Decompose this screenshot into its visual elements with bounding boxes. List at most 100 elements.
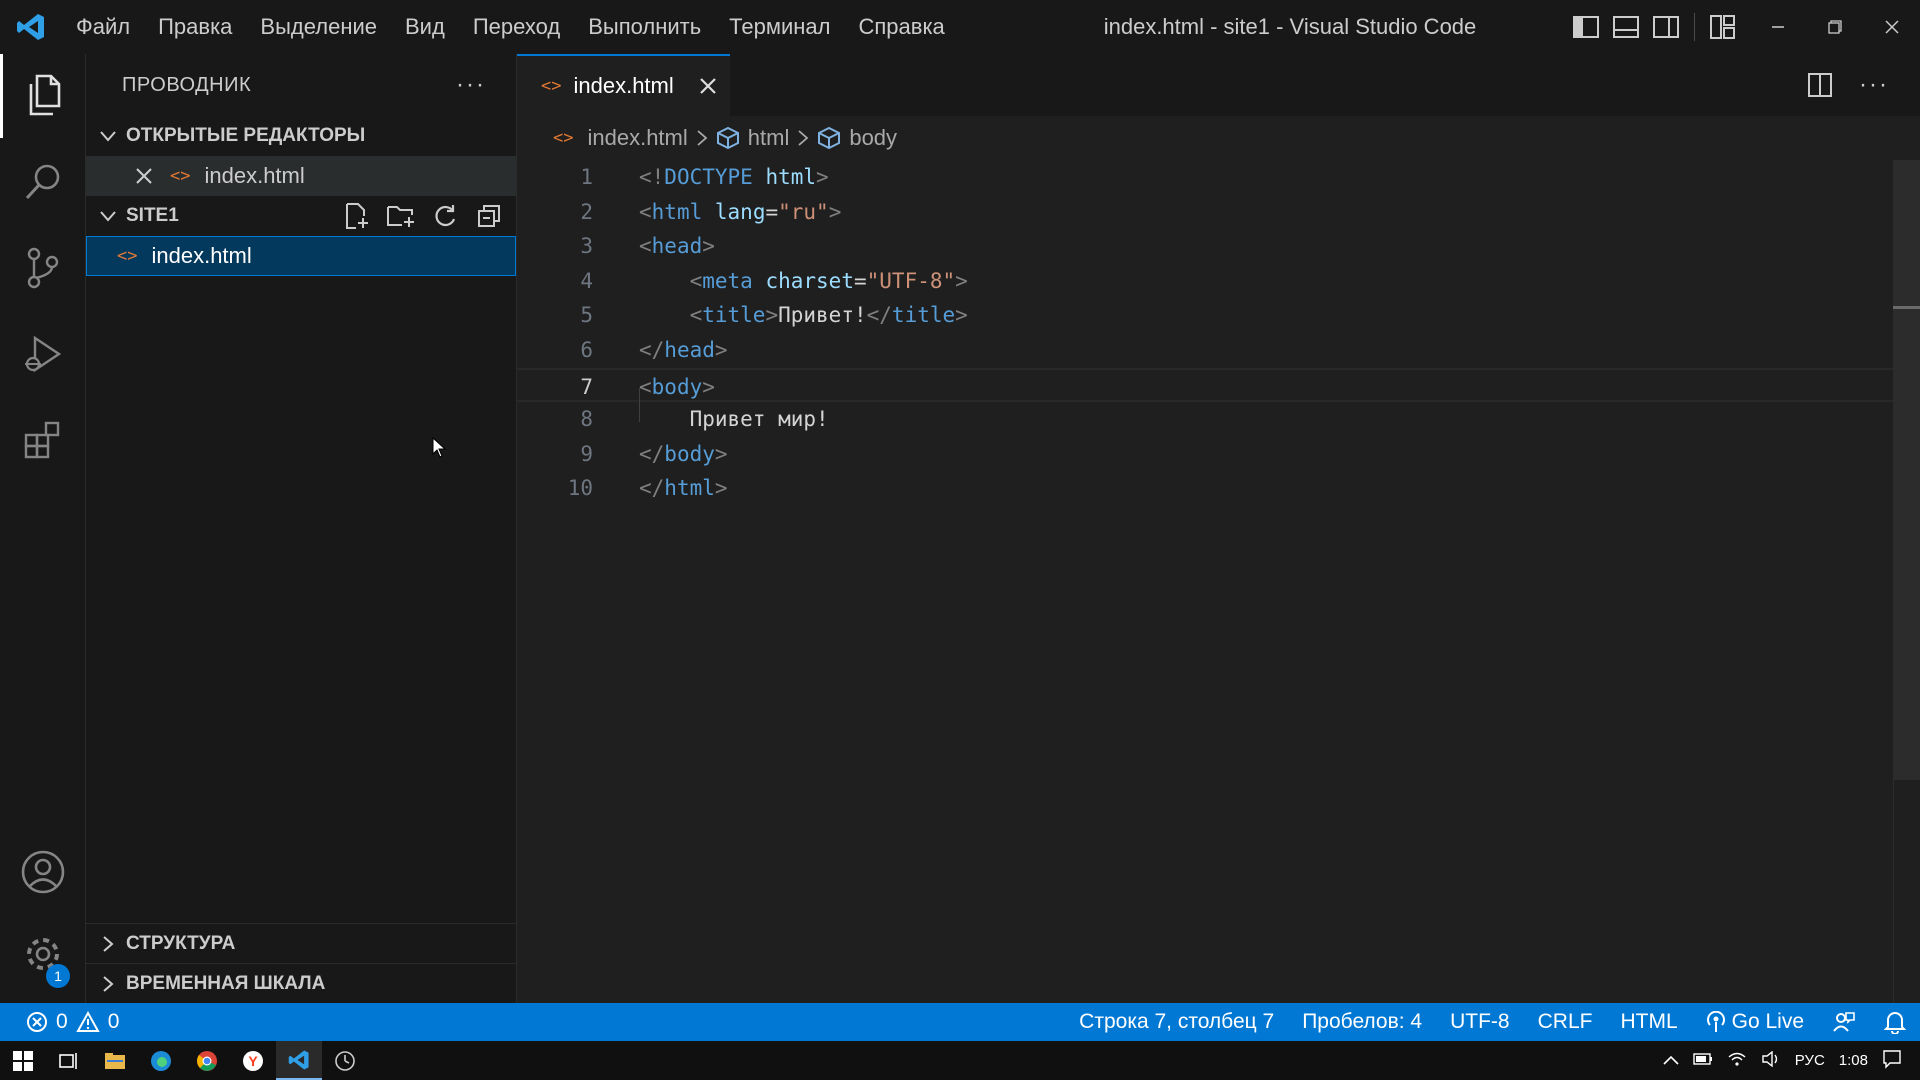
timeline-section[interactable]: ВРЕМЕННАЯ ШКАЛА <box>86 963 517 1003</box>
line-number: 8 <box>580 407 593 432</box>
html-file-icon: <> <box>541 76 562 96</box>
yandex-browser-icon[interactable]: Y <box>230 1041 276 1080</box>
warning-icon <box>75 1011 100 1032</box>
clock-app-icon[interactable] <box>322 1041 368 1080</box>
menu-file[interactable]: Файл <box>62 0 144 54</box>
scroll-thumb[interactable] <box>1893 160 1920 780</box>
mouse-cursor-icon <box>432 436 447 464</box>
code-line[interactable]: 9 </body> <box>517 437 1893 471</box>
menu-view[interactable]: Вид <box>391 0 459 54</box>
problems-status[interactable]: 0 0 <box>0 1010 119 1034</box>
task-view-icon[interactable] <box>46 1041 92 1080</box>
line-number: 2 <box>580 199 593 224</box>
split-editor-icon[interactable] <box>1804 69 1836 101</box>
code-line[interactable]: 10 </html> <box>517 471 1893 505</box>
vscode-taskbar-icon[interactable] <box>276 1041 322 1080</box>
toggle-secondary-sidebar-icon[interactable] <box>1650 11 1682 43</box>
code-editor[interactable]: 1 <!DOCTYPE html> 2 <html lang="ru"> 3 <head>… <box>517 160 1920 1003</box>
more-actions-icon[interactable]: ··· <box>456 71 486 99</box>
run-debug-icon[interactable] <box>0 312 86 396</box>
menu-edit[interactable]: Правка <box>144 0 246 54</box>
windows-start-icon[interactable] <box>0 1041 46 1080</box>
open-editors-label: ОТКРЫТЫЕ РЕДАКТОРЫ <box>126 125 366 146</box>
file-tree-item[interactable]: <> index.html <box>86 236 516 276</box>
chrome-browser-icon[interactable] <box>184 1041 230 1080</box>
code-token: title <box>891 303 956 328</box>
account-icon[interactable] <box>0 830 86 914</box>
language-mode[interactable]: HTML <box>1606 1010 1691 1034</box>
windows-taskbar: Y РУС 1:08 <box>0 1041 1920 1080</box>
tab-index-html[interactable]: <> index.html <box>517 54 730 116</box>
code-text: <html lang="ru"> <box>639 195 841 229</box>
code-token: > <box>955 303 968 328</box>
code-token: DOCTYPE <box>664 165 753 189</box>
more-actions-icon[interactable]: ··· <box>1858 69 1890 101</box>
code-line[interactable]: 4 <meta charset="UTF-8"> <box>517 264 1893 298</box>
new-file-icon[interactable] <box>340 199 374 233</box>
volume-icon[interactable] <box>1761 1050 1781 1071</box>
new-folder-icon[interactable] <box>384 199 418 233</box>
code-line[interactable]: 7 <body> <box>517 367 1893 402</box>
action-center-icon[interactable] <box>1882 1049 1902 1073</box>
breadcrumb-body[interactable]: body <box>817 125 897 151</box>
gear-icon[interactable]: 1 <box>0 912 86 996</box>
symbol-element-icon <box>817 126 841 150</box>
file-explorer-icon[interactable] <box>92 1041 138 1080</box>
code-line[interactable]: 5 <title>Привет!</title> <box>517 298 1893 332</box>
code-line[interactable]: 3 <head> <box>517 229 1893 263</box>
close-icon[interactable] <box>132 168 156 184</box>
menu-help[interactable]: Справка <box>844 0 958 54</box>
breadcrumb-html[interactable]: html <box>716 125 789 151</box>
code-token: > <box>702 374 715 399</box>
code-line[interactable]: 1 <!DOCTYPE html> <box>517 160 1893 194</box>
end-of-line[interactable]: CRLF <box>1524 1010 1607 1034</box>
folder-section-site1[interactable]: SITE1 <box>86 196 516 236</box>
open-editor-item[interactable]: <> index.html <box>86 156 516 196</box>
code-line[interactable]: 6 </head> <box>517 333 1893 367</box>
code-text: <head> <box>639 229 715 263</box>
code-token: html <box>651 199 703 224</box>
tab-label: index.html <box>573 73 674 98</box>
menu-bar: Файл Правка Выделение Вид Переход Выполн… <box>62 0 959 54</box>
menu-selection[interactable]: Выделение <box>246 0 391 54</box>
feedback-icon[interactable] <box>1818 1010 1870 1034</box>
open-editors-section[interactable]: ОТКРЫТЫЕ РЕДАКТОРЫ <box>86 116 516 156</box>
code-line[interactable]: 8 Привет мир! <box>517 402 1893 436</box>
toggle-primary-sidebar-icon[interactable] <box>1570 11 1602 43</box>
menu-go[interactable]: Переход <box>459 0 574 54</box>
battery-icon[interactable] <box>1693 1052 1713 1069</box>
refresh-icon[interactable] <box>428 199 462 233</box>
code-text: Привет мир! <box>639 402 829 436</box>
toggle-panel-icon[interactable] <box>1610 11 1642 43</box>
code-line[interactable]: 2 <html lang="ru"> <box>517 195 1893 229</box>
search-icon[interactable] <box>0 140 86 224</box>
code-token: </ <box>639 338 665 362</box>
outline-section[interactable]: СТРУКТУРА <box>86 923 517 963</box>
extensions-icon[interactable] <box>0 398 86 482</box>
notifications-bell-icon[interactable] <box>1870 1010 1920 1034</box>
source-control-icon[interactable] <box>0 226 86 310</box>
vertical-scrollbar[interactable] <box>1893 160 1920 1003</box>
edge-browser-icon[interactable] <box>138 1041 184 1080</box>
warning-count: 0 <box>107 1010 120 1033</box>
collapse-all-icon[interactable] <box>472 199 506 233</box>
menu-terminal[interactable]: Терминал <box>715 0 844 54</box>
wifi-icon[interactable] <box>1727 1051 1747 1071</box>
input-language[interactable]: РУС <box>1795 1052 1825 1069</box>
customize-layout-icon[interactable] <box>1707 11 1739 43</box>
explorer-icon[interactable] <box>0 54 86 138</box>
code-token: html <box>664 476 715 501</box>
cursor-position[interactable]: Строка 7, столбец 7 <box>1065 1010 1288 1034</box>
breadcrumb-file[interactable]: <> index.html <box>553 125 688 151</box>
breadcrumb: <> index.html html body <box>517 116 1920 160</box>
clock-time[interactable]: 1:08 <box>1839 1052 1868 1069</box>
indentation[interactable]: Пробелов: 4 <box>1288 1010 1436 1034</box>
encoding[interactable]: UTF-8 <box>1436 1010 1524 1034</box>
menu-run[interactable]: Выполнить <box>574 0 715 54</box>
minimize-icon[interactable] <box>1749 0 1806 54</box>
go-live-button[interactable]: Go Live <box>1692 1010 1818 1034</box>
chevron-up-icon[interactable] <box>1663 1052 1679 1069</box>
restore-icon[interactable] <box>1806 0 1863 54</box>
close-icon[interactable] <box>696 74 720 98</box>
close-window-icon[interactable] <box>1863 0 1920 54</box>
